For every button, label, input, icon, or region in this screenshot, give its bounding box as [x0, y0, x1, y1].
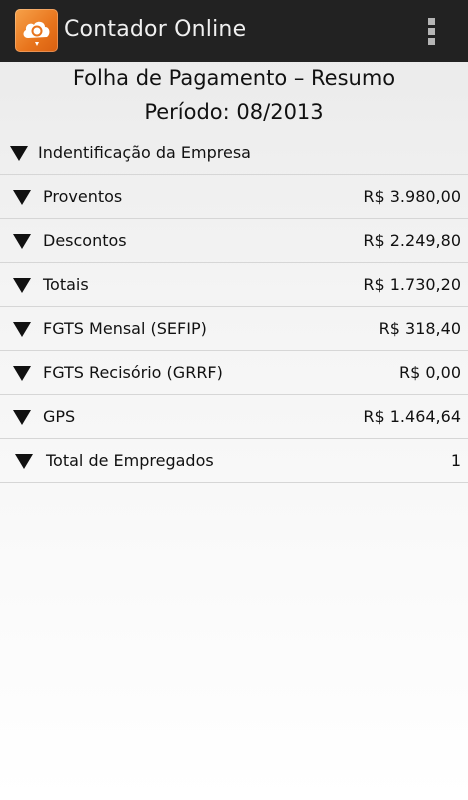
- section-identificacao[interactable]: Indentificação da Empresa: [0, 131, 468, 175]
- section-label: Proventos: [43, 187, 123, 206]
- section-label: Totais: [43, 275, 89, 294]
- section-label: Indentificação da Empresa: [38, 143, 251, 162]
- report-title: Folha de Pagamento – Resumo: [72, 66, 396, 90]
- section-label: Descontos: [43, 231, 127, 250]
- section-value: R$ 1.730,20: [363, 275, 461, 294]
- expand-triangle-icon: [13, 366, 31, 381]
- section-value: R$ 0,00: [398, 363, 461, 382]
- expand-triangle-icon: [13, 322, 31, 337]
- app-title: Contador Online: [64, 17, 247, 42]
- section-fgts-recisorio[interactable]: FGTS Recisório (GRRF) R$ 0,00: [0, 351, 468, 395]
- section-value: R$ 318,40: [378, 319, 461, 338]
- section-value: R$ 1.464,64: [363, 407, 461, 426]
- expand-triangle-icon: [13, 410, 31, 425]
- section-label: GPS: [43, 407, 76, 426]
- expand-triangle-icon: [13, 190, 31, 205]
- section-descontos[interactable]: Descontos R$ 2.249,80: [0, 219, 468, 263]
- summary-list: Indentificação da Empresa Proventos R$ 3…: [0, 131, 468, 483]
- expand-triangle-icon: [15, 454, 33, 469]
- expand-triangle-icon: [10, 146, 28, 161]
- section-value: R$ 2.249,80: [363, 231, 461, 250]
- section-gps[interactable]: GPS R$ 1.464,64: [0, 395, 468, 439]
- section-proventos[interactable]: Proventos R$ 3.980,00: [0, 175, 468, 219]
- section-total-empregados[interactable]: Total de Empregados 1: [0, 439, 468, 483]
- section-label: Total de Empregados: [46, 451, 214, 470]
- section-value: R$ 3.980,00: [363, 187, 461, 206]
- report-period: Período: 08/2013: [144, 100, 324, 124]
- action-bar: Contador Online: [0, 0, 468, 62]
- expand-triangle-icon: [13, 234, 31, 249]
- app-logo-icon[interactable]: [15, 9, 58, 52]
- cloud-coin-icon: [23, 21, 50, 46]
- section-totais[interactable]: Totais R$ 1.730,20: [0, 263, 468, 307]
- section-value: 1: [450, 451, 461, 470]
- section-fgts-mensal[interactable]: FGTS Mensal (SEFIP) R$ 318,40: [0, 307, 468, 351]
- section-label: FGTS Recisório (GRRF): [43, 363, 223, 382]
- section-label: FGTS Mensal (SEFIP): [43, 319, 207, 338]
- overflow-menu-icon[interactable]: [418, 12, 446, 50]
- expand-triangle-icon: [13, 278, 31, 293]
